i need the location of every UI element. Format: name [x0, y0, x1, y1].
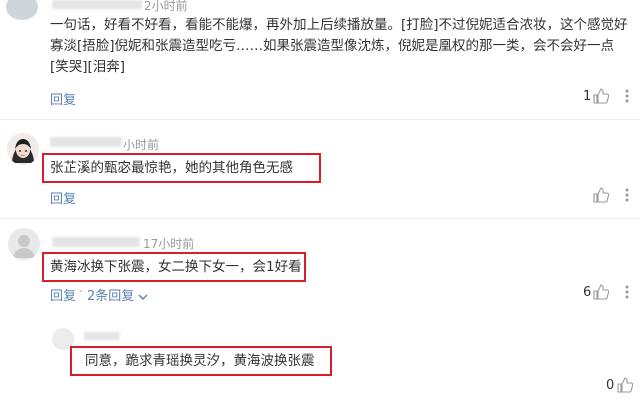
- more-options-icon[interactable]: [621, 284, 633, 304]
- comment-text: 一句话，好看不好看，看能不能爆，再外加上后续播放量。[打脸]不过倪妮适合浓妆，这…: [50, 17, 628, 75]
- thumbs-up-icon[interactable]: [617, 377, 634, 397]
- comment-text: 黄海冰换下张震，女二换下女一，会1好看: [50, 259, 302, 275]
- separator: ·: [79, 285, 84, 300]
- username[interactable]: [52, 237, 140, 247]
- timestamp: 小时前: [123, 138, 160, 152]
- divider: [0, 119, 640, 120]
- like-count: 6: [583, 285, 592, 300]
- timestamp: 17小时前: [143, 237, 195, 251]
- like-count: 0: [606, 378, 615, 393]
- reply-text: 同意，跪求青瑶换灵汐，黄海波换张震: [85, 353, 315, 369]
- reply-button[interactable]: 回复: [50, 188, 76, 207]
- reply-button[interactable]: 回复: [50, 285, 76, 304]
- replies-count-label: 2条回复: [87, 289, 135, 304]
- username[interactable]: [84, 332, 120, 340]
- more-options-icon[interactable]: [621, 88, 633, 108]
- more-options-icon[interactable]: [621, 187, 633, 207]
- chevron-down-icon: [138, 289, 148, 304]
- reply-button[interactable]: 回复: [50, 89, 76, 108]
- avatar[interactable]: [7, 133, 39, 165]
- thumbs-up-icon[interactable]: [593, 284, 610, 304]
- timestamp: 2小时前: [144, 0, 188, 13]
- username[interactable]: [52, 0, 142, 9]
- avatar[interactable]: [8, 228, 40, 260]
- thumbs-up-icon[interactable]: [593, 187, 610, 207]
- divider: [0, 218, 640, 219]
- comment-text: 张芷溪的甄宓最惊艳，她的其他角色无感: [50, 160, 293, 176]
- like-count: 1: [583, 89, 592, 104]
- view-replies-button[interactable]: 2条回复: [87, 285, 148, 304]
- thumbs-up-icon[interactable]: [593, 88, 610, 108]
- username[interactable]: [50, 137, 122, 147]
- avatar[interactable]: [6, 0, 38, 20]
